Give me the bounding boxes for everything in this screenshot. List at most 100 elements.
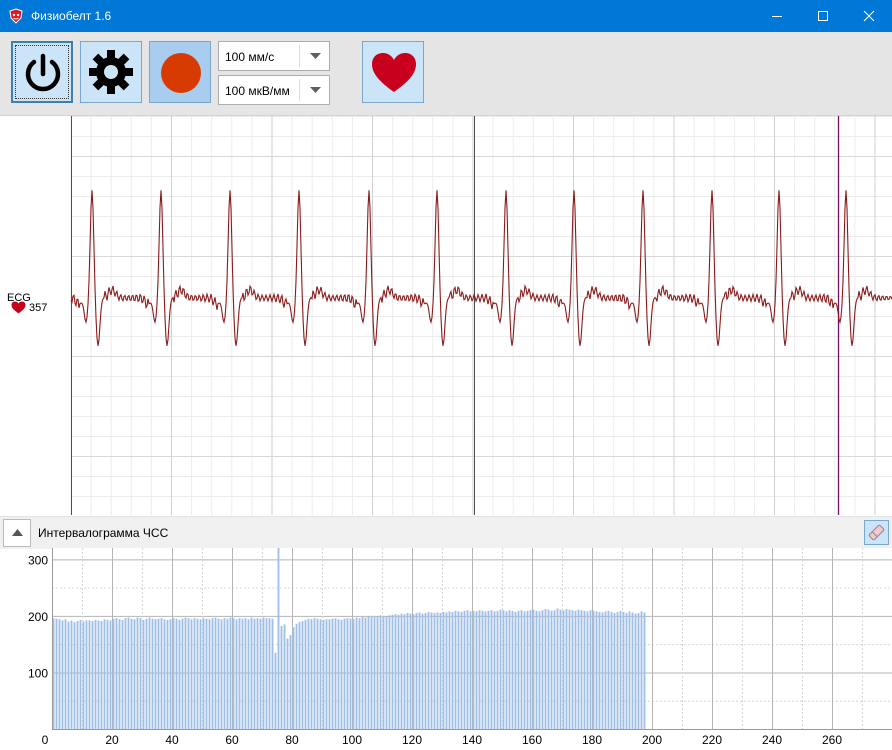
histogram-bar: [625, 613, 628, 729]
histogram-bar: [517, 610, 520, 729]
histogram-bar: [499, 609, 502, 729]
histogram-bar: [148, 617, 151, 729]
histogram-bar: [358, 618, 361, 729]
histogram-bar: [607, 610, 610, 729]
x-tick-label: 80: [285, 733, 299, 747]
histogram-bar: [376, 616, 379, 729]
histogram-bar: [118, 619, 121, 729]
histogram-bar: [478, 610, 481, 729]
histogram-bar: [526, 610, 529, 729]
panel-title: Интервалограмма ЧСС: [38, 526, 169, 540]
settings-button[interactable]: [80, 41, 142, 103]
histogram-bar: [571, 610, 574, 729]
histogram-bar: [451, 611, 454, 729]
histogram-bar: [154, 619, 157, 729]
histogram-bar: [334, 618, 337, 729]
histogram-bar: [586, 611, 589, 729]
histogram-bar: [532, 609, 535, 729]
histogram-bar: [592, 610, 595, 729]
histogram-bar: [184, 617, 187, 729]
histogram-bar: [364, 617, 367, 729]
histogram-bar: [535, 610, 538, 729]
ecg-chart: [70, 116, 892, 515]
histogram-bar: [109, 620, 112, 729]
histogram-bar: [280, 626, 283, 729]
histogram-bar: [388, 615, 391, 729]
histogram-bar: [331, 618, 334, 729]
clear-button[interactable]: [864, 520, 889, 545]
histogram-bar: [574, 610, 577, 729]
maximize-button[interactable]: [800, 0, 846, 32]
histogram-bar: [199, 619, 202, 729]
histogram-bar: [454, 610, 457, 729]
histogram-bar: [352, 618, 355, 729]
histogram-bar: [82, 621, 85, 729]
histogram-bar: [568, 609, 571, 729]
y-tick-label: 300: [28, 553, 48, 567]
sweep-speed-select[interactable]: 100 мм/с: [218, 41, 330, 71]
histogram-bar: [79, 619, 82, 729]
power-button[interactable]: [11, 41, 73, 103]
histogram-bar: [286, 638, 289, 729]
histogram-bar: [556, 608, 559, 729]
histogram-bar: [172, 618, 175, 729]
y-tick-label: 100: [28, 666, 48, 680]
histogram-bar: [553, 610, 556, 729]
histogram-bar: [391, 614, 394, 729]
histogram-bar: [481, 610, 484, 729]
amplitude-select[interactable]: 100 мкВ/мм: [218, 75, 330, 105]
record-button[interactable]: [149, 41, 211, 103]
histogram-bar: [403, 614, 406, 729]
histogram-bar: [178, 619, 181, 729]
histogram-bar: [559, 609, 562, 729]
ecg-monitor[interactable]: ECG 357: [0, 116, 892, 515]
histogram-bar: [181, 618, 184, 729]
maximize-icon: [818, 11, 828, 21]
histogram-bar: [127, 617, 130, 729]
close-button[interactable]: [846, 0, 892, 32]
interval-chart: 100 200 300 0 20 40 60 80 100 120 140 160 180 200 220 2…: [28, 548, 892, 747]
histogram-bar: [139, 618, 142, 729]
histogram-bar: [262, 617, 265, 729]
gear-icon: [89, 50, 133, 94]
histogram-bar: [409, 613, 412, 729]
minimize-button[interactable]: [754, 0, 800, 32]
histogram-bar: [163, 619, 166, 729]
histogram-bar: [91, 620, 94, 729]
histogram-bar: [289, 635, 292, 729]
histogram-bar: [208, 619, 211, 729]
histogram-bar: [247, 619, 250, 729]
histogram-bar: [427, 611, 430, 729]
histogram-bar: [64, 619, 67, 729]
histogram-bar: [373, 615, 376, 730]
x-tick-label: 120: [402, 733, 422, 747]
histogram-bar: [583, 610, 586, 729]
histogram-bar: [193, 618, 196, 729]
histogram-bar: [313, 618, 316, 729]
histogram-bar: [457, 611, 460, 729]
histogram-bar: [310, 619, 313, 729]
histogram-bar: [523, 611, 526, 729]
histogram-bar: [250, 617, 253, 729]
histogram-bar: [271, 618, 274, 729]
histogram-bar: [442, 611, 445, 729]
histogram-bar: [643, 612, 646, 729]
combo-separator: [299, 79, 300, 101]
histogram-bar: [613, 613, 616, 729]
histogram-bar: [475, 611, 478, 729]
x-tick-label: 200: [642, 733, 662, 747]
grid-minor: [70, 116, 892, 515]
histogram-bar: [319, 619, 322, 729]
histogram-bar: [73, 622, 76, 729]
histogram-bar: [538, 611, 541, 729]
histogram-bar: [283, 624, 286, 729]
x-tick-label: 160: [522, 733, 542, 747]
histogram-bar: [640, 611, 643, 729]
histogram-bar: [157, 618, 160, 729]
histogram-bar: [631, 612, 634, 729]
histogram-bar: [61, 620, 64, 729]
heart-rate-button[interactable]: [362, 41, 424, 103]
histogram-bar: [604, 611, 607, 729]
collapse-button[interactable]: [3, 519, 31, 547]
histogram-bar: [205, 618, 208, 729]
